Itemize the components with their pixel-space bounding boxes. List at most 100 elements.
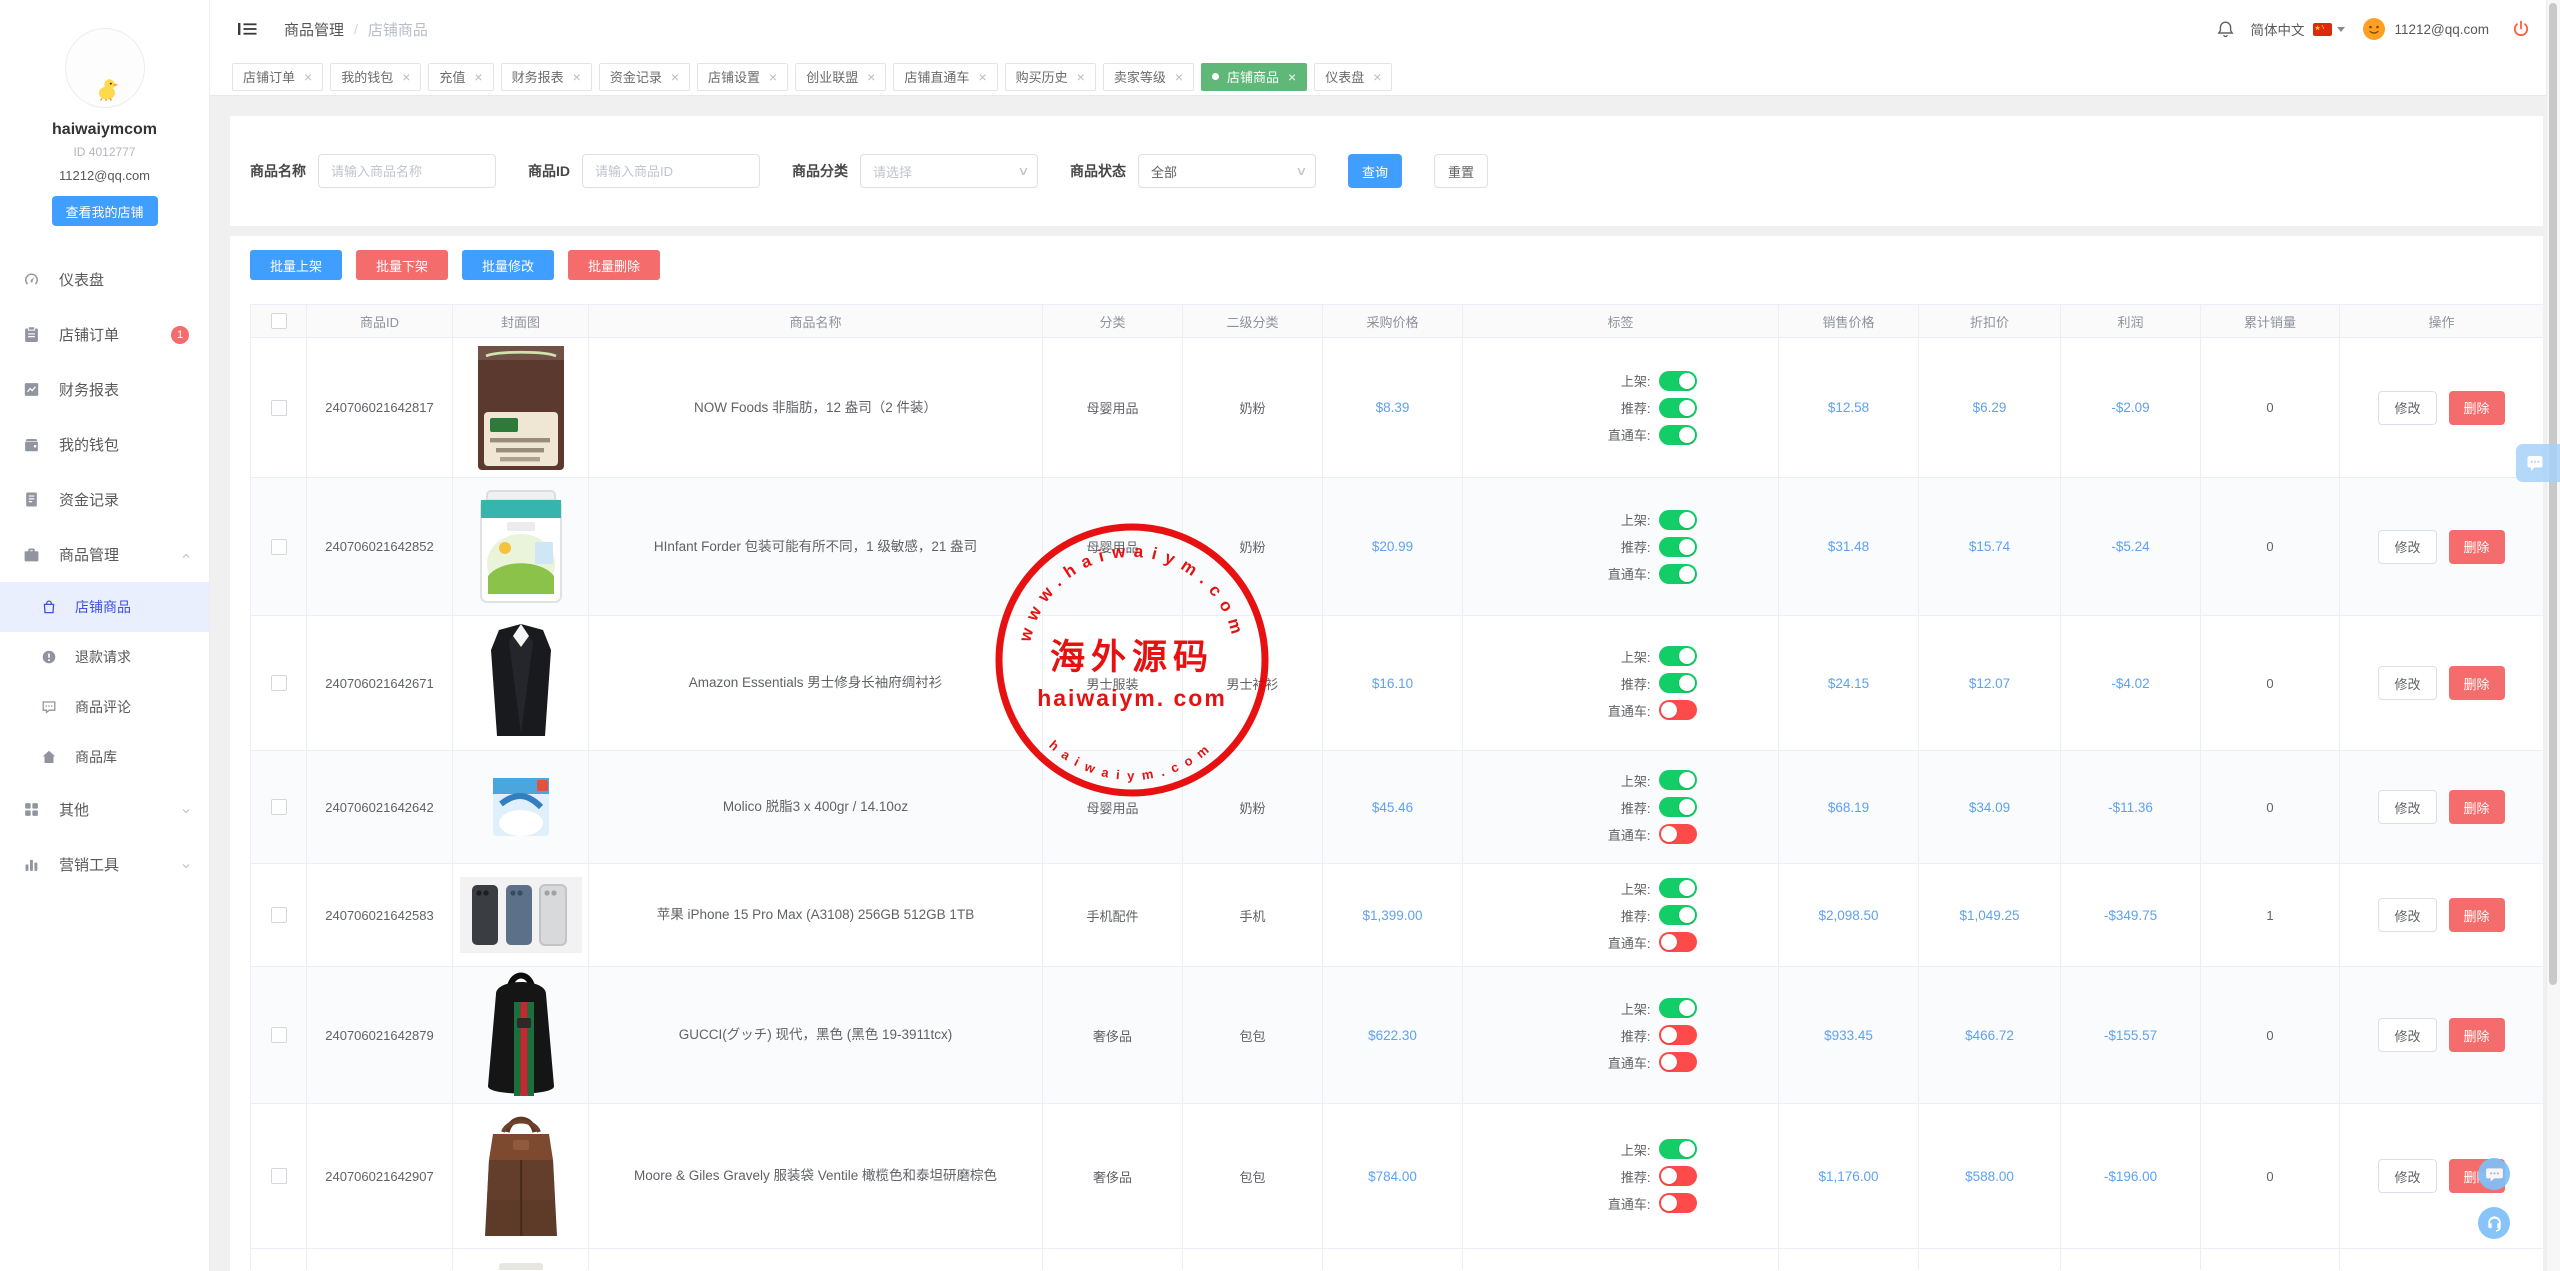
close-tab-icon[interactable]: × — [1175, 70, 1183, 84]
tab-我的钱包[interactable]: 我的钱包× — [330, 63, 421, 91]
product-name-input[interactable] — [318, 154, 496, 188]
toggle-switch[interactable] — [1659, 564, 1697, 584]
edit-button[interactable]: 修改 — [2378, 790, 2436, 824]
close-tab-icon[interactable]: × — [1077, 70, 1085, 84]
close-tab-icon[interactable]: × — [978, 70, 986, 84]
edit-button[interactable]: 修改 — [2378, 898, 2436, 932]
close-tab-icon[interactable]: × — [1373, 70, 1381, 84]
toggle-switch[interactable] — [1659, 398, 1697, 418]
close-tab-icon[interactable]: × — [1288, 70, 1296, 84]
chat-bubble-button[interactable] — [2478, 1158, 2510, 1190]
toggle-switch[interactable] — [1659, 1025, 1697, 1045]
delete-button[interactable]: 删除 — [2449, 790, 2505, 824]
toggle-switch[interactable] — [1659, 998, 1697, 1018]
batch-button-批量上架[interactable]: 批量上架 — [250, 250, 342, 280]
toggle-switch[interactable] — [1659, 797, 1697, 817]
row-checkbox[interactable] — [271, 675, 287, 691]
reset-button[interactable]: 重置 — [1434, 154, 1488, 188]
close-tab-icon[interactable]: × — [402, 70, 410, 84]
close-tab-icon[interactable]: × — [573, 70, 581, 84]
close-tab-icon[interactable]: × — [769, 70, 777, 84]
breadcrumb-section[interactable]: 商品管理 — [284, 19, 344, 40]
tab-购买历史[interactable]: 购买历史× — [1005, 63, 1096, 91]
row-checkbox[interactable] — [271, 799, 287, 815]
tab-仪表盘[interactable]: 仪表盘× — [1314, 63, 1392, 91]
delete-button[interactable]: 删除 — [2449, 530, 2505, 564]
batch-button-批量下架[interactable]: 批量下架 — [356, 250, 448, 280]
close-tab-icon[interactable]: × — [474, 70, 482, 84]
delete-button[interactable]: 删除 — [2449, 391, 2505, 425]
scrollbar-thumb[interactable] — [2549, 3, 2557, 985]
row-checkbox[interactable] — [271, 400, 287, 416]
batch-button-批量修改[interactable]: 批量修改 — [462, 250, 554, 280]
toggle-switch[interactable] — [1659, 1052, 1697, 1072]
tab-店铺订单[interactable]: 店铺订单× — [232, 63, 323, 91]
customer-service-tab[interactable] — [2516, 444, 2560, 482]
close-tab-icon[interactable]: × — [304, 70, 312, 84]
tab-店铺直通车[interactable]: 店铺直通车× — [893, 63, 997, 91]
tab-店铺商品[interactable]: 店铺商品× — [1201, 63, 1307, 91]
toggle-switch[interactable] — [1659, 700, 1697, 720]
tab-资金记录[interactable]: 资金记录× — [599, 63, 690, 91]
status-select[interactable]: 全部 ∨ — [1138, 154, 1316, 188]
sidebar-item-店铺订单[interactable]: 店铺订单1 — [0, 307, 209, 362]
tab-充值[interactable]: 充值× — [428, 63, 493, 91]
edit-button[interactable]: 修改 — [2378, 666, 2436, 700]
row-checkbox[interactable] — [271, 1027, 287, 1043]
toggle-switch[interactable] — [1659, 824, 1697, 844]
sidebar-item-营销工具[interactable]: 营销工具 — [0, 837, 209, 892]
select-all-checkbox[interactable] — [271, 313, 287, 329]
toggle-switch[interactable] — [1659, 1166, 1697, 1186]
edit-button[interactable]: 修改 — [2378, 391, 2436, 425]
sidebar-subitem-商品库[interactable]: 商品库 — [0, 732, 209, 782]
edit-button[interactable]: 修改 — [2378, 1018, 2436, 1052]
delete-button[interactable]: 删除 — [2449, 666, 2505, 700]
toggle-switch[interactable] — [1659, 537, 1697, 557]
tab-卖家等级[interactable]: 卖家等级× — [1103, 63, 1194, 91]
view-store-button[interactable]: 查看我的店铺 — [52, 196, 158, 226]
toggle-switch[interactable] — [1659, 646, 1697, 666]
edit-button[interactable]: 修改 — [2378, 530, 2436, 564]
row-checkbox[interactable] — [271, 907, 287, 923]
sidebar-item-商品管理[interactable]: 商品管理 — [0, 527, 209, 582]
delete-button[interactable]: 删除 — [2449, 898, 2505, 932]
toggle-switch[interactable] — [1659, 371, 1697, 391]
sidebar-subitem-退款请求[interactable]: 退款请求 — [0, 632, 209, 682]
close-tab-icon[interactable]: × — [671, 70, 679, 84]
sidebar-item-资金记录[interactable]: 资金记录 — [0, 472, 209, 527]
toggle-switch[interactable] — [1659, 425, 1697, 445]
account-email[interactable]: 11212@qq.com — [2394, 22, 2489, 37]
close-tab-icon[interactable]: × — [867, 70, 875, 84]
product-id-input[interactable] — [582, 154, 760, 188]
row-checkbox[interactable] — [271, 539, 287, 555]
sidebar-subitem-商品评论[interactable]: 商品评论 — [0, 682, 209, 732]
logout-power-icon[interactable] — [2512, 20, 2530, 38]
china-flag-icon[interactable] — [2313, 23, 2332, 36]
sidebar-subitem-店铺商品[interactable]: 店铺商品 — [0, 582, 209, 632]
category-select[interactable]: 请选择 ∨ — [860, 154, 1038, 188]
toggle-switch[interactable] — [1659, 510, 1697, 530]
sidebar-item-其他[interactable]: 其他 — [0, 782, 209, 837]
edit-button[interactable]: 修改 — [2378, 1159, 2436, 1193]
account-avatar[interactable] — [2362, 17, 2386, 41]
notification-bell-icon[interactable] — [2216, 20, 2235, 39]
tab-财务报表[interactable]: 财务报表× — [501, 63, 592, 91]
tab-创业联盟[interactable]: 创业联盟× — [795, 63, 886, 91]
toggle-switch[interactable] — [1659, 770, 1697, 790]
avatar[interactable] — [65, 28, 145, 108]
delete-button[interactable]: 删除 — [2449, 1018, 2505, 1052]
sidebar-item-仪表盘[interactable]: 仪表盘 — [0, 252, 209, 307]
tab-店铺设置[interactable]: 店铺设置× — [697, 63, 788, 91]
toggle-switch[interactable] — [1659, 1139, 1697, 1159]
collapse-sidebar-icon[interactable] — [238, 21, 257, 37]
language-selector[interactable]: 简体中文 — [2250, 19, 2304, 39]
search-button[interactable]: 查询 — [1348, 154, 1402, 188]
toggle-switch[interactable] — [1659, 1193, 1697, 1213]
toggle-switch[interactable] — [1659, 878, 1697, 898]
toggle-switch[interactable] — [1659, 905, 1697, 925]
batch-button-批量删除[interactable]: 批量删除 — [568, 250, 660, 280]
toggle-switch[interactable] — [1659, 673, 1697, 693]
toggle-switch[interactable] — [1659, 932, 1697, 952]
sidebar-item-财务报表[interactable]: 财务报表 — [0, 362, 209, 417]
customer-service-button[interactable] — [2478, 1207, 2510, 1239]
